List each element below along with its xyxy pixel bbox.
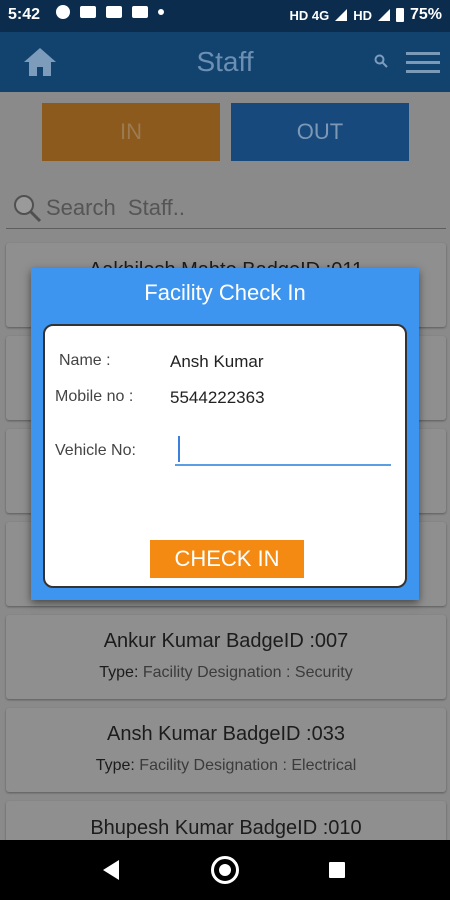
mobile-label: Mobile no : [55,388,134,405]
messenger-icon [56,5,70,19]
signal-icon-2 [377,9,390,21]
search-input[interactable] [46,194,436,222]
notification-icon [80,6,96,18]
home-button-icon[interactable] [211,856,239,884]
staff-type: Type: Facility Designation : Security [99,664,353,681]
dot-icon [158,9,164,15]
vehicle-label: Vehicle No: [55,442,136,459]
recent-apps-icon[interactable] [329,862,345,878]
name-label: Name : [59,352,111,369]
dialog-title: Facility Check In [144,280,306,305]
out-button[interactable]: OUT [231,103,409,161]
dialog-body: Name : Ansh Kumar Mobile no : 5544222363… [43,324,407,588]
search-bar [6,187,446,229]
signal-icon [335,9,348,21]
check-in-dialog: Facility Check In Name : Ansh Kumar Mobi… [31,268,419,600]
navigation-bar [0,840,450,900]
list-item[interactable]: Ankur Kumar BadgeID :007 Type: Facility … [6,615,446,699]
check-in-button[interactable]: CHECK IN [150,540,304,578]
network-label-2: HD [353,7,372,23]
vehicle-number-input[interactable] [175,432,391,466]
app-notification-icon [132,6,148,18]
staff-name: Ansh Kumar BadgeID :033 [107,723,345,745]
staff-name: Bhupesh Kumar BadgeID :010 [90,817,362,839]
mobile-value: 5544222363 [170,388,265,407]
staff-name: Ankur Kumar BadgeID :007 [103,630,349,652]
battery-percent: 75% [409,6,442,23]
list-item[interactable]: Ansh Kumar BadgeID :033 Type: Facility D… [6,708,446,792]
menu-icon[interactable] [406,52,440,74]
app-bar: Staff [0,32,450,92]
network-label: HD 4G [289,7,330,23]
status-bar: 5:42 HD 4G HD 75% [0,0,450,32]
in-button[interactable]: IN [42,103,220,161]
magnifier-icon [14,195,42,223]
mail-icon [106,6,122,18]
battery-icon [395,8,404,22]
staff-type: Type: Facility Designation : Electrical [95,757,357,774]
back-icon[interactable] [103,860,119,880]
status-time: 5:42 [8,6,41,23]
name-value: Ansh Kumar [170,352,264,371]
search-icon[interactable] [374,54,388,68]
text-cursor [178,436,180,462]
